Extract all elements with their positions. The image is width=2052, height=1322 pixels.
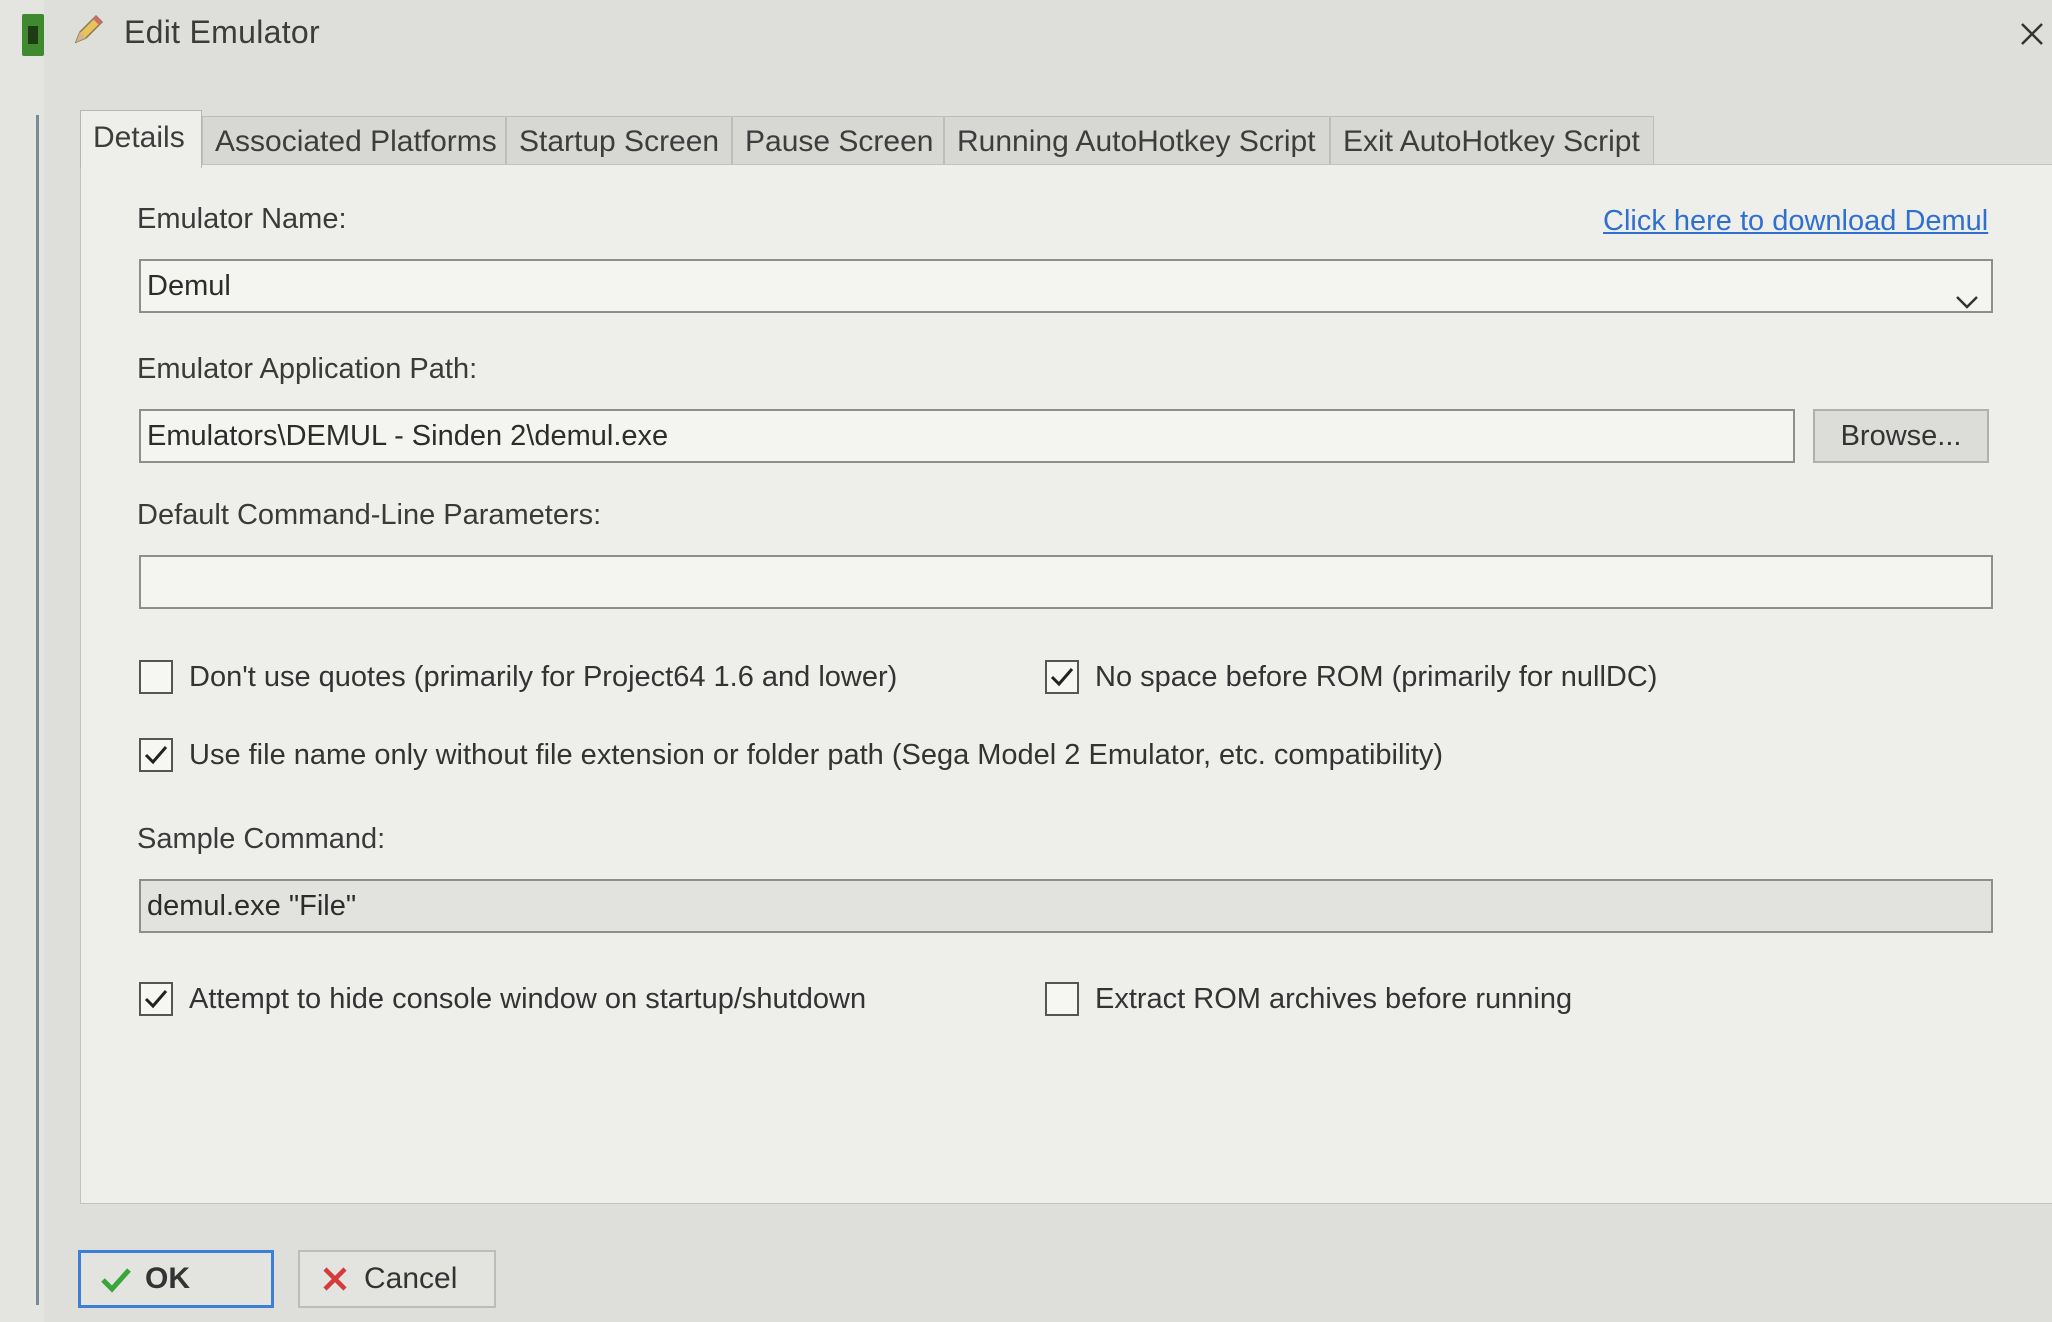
cmd-params-input[interactable] (139, 555, 1993, 609)
sample-command-field: demul.exe "File" (139, 879, 1993, 933)
red-x-icon (318, 1262, 352, 1296)
tab-running-autohotkey-script[interactable]: Running AutoHotkey Script (944, 116, 1330, 166)
app-icon (22, 14, 44, 56)
chevron-down-icon[interactable] (1955, 277, 1979, 309)
checkbox-box[interactable] (1045, 982, 1079, 1016)
checkmark-icon (99, 1262, 133, 1296)
cancel-label: Cancel (364, 1262, 458, 1295)
title-bar: Edit Emulator (44, 0, 2052, 72)
no-space-before-rom-label: No space before ROM (primarily for nullD… (1095, 660, 1658, 693)
close-icon[interactable] (2012, 14, 2052, 54)
cmd-params-label: Default Command-Line Parameters: (137, 499, 602, 531)
browse-button[interactable]: Browse... (1813, 409, 1989, 463)
app-path-label: Emulator Application Path: (137, 353, 478, 385)
cancel-button[interactable]: Cancel (298, 1250, 496, 1308)
app-path-input[interactable]: Emulators\DEMUL - Sinden 2\demul.exe (139, 409, 1795, 463)
tab-details[interactable]: Details (80, 110, 202, 168)
tab-associated-platforms[interactable]: Associated Platforms (202, 116, 506, 166)
emulator-name-value: Demul (147, 270, 231, 302)
background-window-strip (0, 0, 46, 1322)
tab-pause-screen[interactable]: Pause Screen (732, 116, 944, 166)
hide-console-checkbox[interactable]: Attempt to hide console window on startu… (139, 979, 866, 1019)
details-panel: Emulator Name: Click here to download De… (80, 164, 2052, 1204)
checkbox-box[interactable] (139, 982, 173, 1016)
hide-console-label: Attempt to hide console window on startu… (189, 982, 867, 1015)
checkbox-box[interactable] (1045, 660, 1079, 694)
file-name-only-checkbox[interactable]: Use file name only without file extensio… (139, 735, 1443, 775)
extract-rom-label: Extract ROM archives before running (1095, 982, 1573, 1015)
download-emulator-link[interactable]: Click here to download Demul (1603, 205, 1988, 238)
emulator-name-label: Emulator Name: (137, 203, 347, 235)
checkmark-icon (144, 746, 168, 765)
tab-startup-screen[interactable]: Startup Screen (506, 116, 732, 166)
pencil-icon (70, 12, 106, 48)
checkbox-box[interactable] (139, 660, 173, 694)
tab-exit-autohotkey-script[interactable]: Exit AutoHotkey Script (1330, 116, 1654, 166)
checkmark-icon (144, 990, 168, 1009)
background-divider (36, 115, 39, 1305)
no-space-before-rom-checkbox[interactable]: No space before ROM (primarily for nullD… (1045, 657, 1657, 697)
file-name-only-label: Use file name only without file extensio… (189, 738, 1444, 771)
dont-use-quotes-label: Don't use quotes (primarily for Project6… (189, 660, 898, 693)
edit-emulator-dialog: Edit Emulator Details Associated Platfor… (44, 0, 2052, 1322)
ok-label: OK (145, 1262, 190, 1295)
checkmark-icon (1050, 668, 1074, 687)
sample-command-label: Sample Command: (137, 823, 386, 855)
ok-button[interactable]: OK (78, 1250, 274, 1308)
extract-rom-checkbox[interactable]: Extract ROM archives before running (1045, 979, 1572, 1019)
dont-use-quotes-checkbox[interactable]: Don't use quotes (primarily for Project6… (139, 657, 897, 697)
dialog-title: Edit Emulator (124, 14, 320, 50)
emulator-name-combobox[interactable]: Demul (139, 259, 1993, 313)
checkbox-box[interactable] (139, 738, 173, 772)
